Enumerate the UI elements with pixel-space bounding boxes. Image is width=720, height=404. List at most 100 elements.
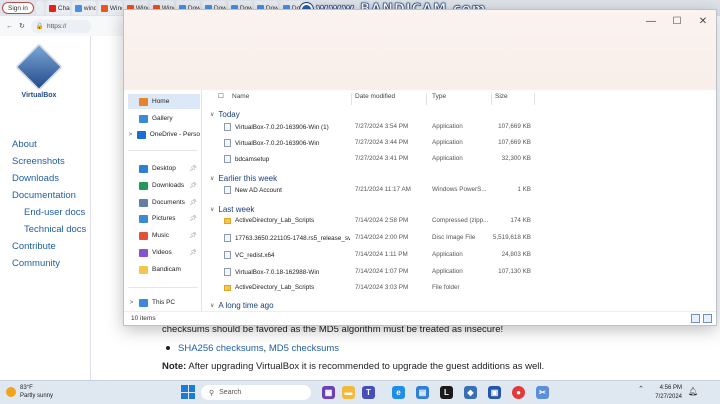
tiles-view-icon[interactable] [703,314,712,323]
nav-item-label: Gallery [152,115,173,122]
file-date: 7/27/2024 3:41 PM [355,155,409,162]
l-app-icon[interactable]: L [440,386,453,399]
nav-item[interactable]: Music 📌︎ [128,228,200,243]
notification-bell-icon[interactable]: 🔔︎ [688,387,698,396]
browser-tab[interactable]: windo [71,1,96,15]
site-nav-link[interactable]: Screenshots [12,155,86,169]
site-nav-link[interactable]: Technical docs [12,223,86,237]
search-placeholder: Search [219,389,242,396]
nav-item[interactable]: Videos 📌︎ [128,245,200,260]
weather-widget[interactable]: 83°F Partly sunny [6,384,53,400]
note-text: After upgrading VirtualBox it is recomme… [186,361,545,372]
chevron-up-icon[interactable]: ⌃ [638,385,644,393]
maximize-icon[interactable]: ☐ [664,10,690,32]
cube-app-icon[interactable]: ▣ [488,386,501,399]
chevron-right-icon[interactable]: > [128,300,135,306]
signin-button[interactable]: Sign in [2,2,34,14]
file-icon [224,268,231,276]
nav-item-label: Documents [152,199,185,206]
pin-icon: 📌︎ [189,200,197,206]
nav-item[interactable]: Desktop 📌︎ [128,161,200,176]
nav-item[interactable]: Home [128,94,200,109]
file-explorer-app-icon[interactable]: ▬ [342,386,355,399]
tab-label: Windo [109,4,122,12]
pin-icon: 📌︎ [189,183,197,189]
nav-item[interactable]: > This PC [128,295,200,310]
file-name-cell: ActiveDirectory_Lab_Scripts [224,217,350,224]
snip-app-icon[interactable]: ✂ [536,386,549,399]
file-row[interactable]: ActiveDirectory_Lab_Scripts 7/14/2024 3:0… [204,280,716,296]
taskview-app-icon[interactable]: ▦ [322,386,335,399]
virtualbox-app-icon[interactable]: ◆ [464,386,477,399]
site-nav-link[interactable]: Contribute [12,240,86,254]
close-icon[interactable]: ✕ [690,10,716,32]
group-label: Today [218,110,240,119]
file-size: 107,669 KB [498,123,531,130]
nav-item[interactable]: Gallery [128,111,200,126]
site-nav-link[interactable]: Community [12,257,86,271]
details-view-icon[interactable] [691,314,700,323]
folder-icon [224,284,231,291]
nav-item[interactable]: Downloads 📌︎ [128,178,200,193]
virtualbox-logo[interactable]: VirtualBox [12,42,66,112]
site-nav-link[interactable]: About [12,138,86,152]
file-explorer-window: — ☐ ✕ Home Gallery > OneDrive - Perso Deskto… [123,9,717,326]
column-header-name[interactable]: Name [232,93,249,105]
minimize-icon[interactable]: — [638,10,664,32]
edge-app-icon[interactable]: e [392,386,405,399]
music-icon [139,231,148,240]
site-nav-link[interactable]: Documentation [12,189,86,203]
url-input[interactable]: 🔒 https:// [30,19,91,33]
file-name: New AD Account [235,186,282,194]
file-row[interactable]: VirtualBox-7.0.20-163906-Win (1) 7/27/202… [204,119,716,135]
file-name-cell: ActiveDirectory_Lab_Scripts [224,284,350,291]
file-row[interactable]: bdcamsetup 7/27/2024 3:41 PM Application 32… [204,151,716,167]
column-header-type[interactable]: Type [432,93,446,105]
store-app-icon[interactable]: ▤ [416,386,429,399]
file-name: ActiveDirectory_Lab_Scripts [235,217,315,224]
file-row[interactable]: VirtualBox-7.0.18-162988-Win 7/14/2024 1:… [204,264,716,280]
home-icon [139,97,148,106]
file-icon [224,251,231,259]
pin-icon: 📌︎ [189,233,197,239]
group-header[interactable]: ∨ A long time ago [210,301,274,310]
refresh-icon[interactable]: ↻ [19,22,25,30]
back-icon[interactable]: ← [6,23,13,30]
nav-item[interactable]: Pictures 📌︎ [128,211,200,226]
sha256-link[interactable]: SHA256 checksums [178,343,264,354]
teams-app-icon[interactable]: T [362,386,375,399]
file-type: Compressed (zipp... [432,217,489,224]
file-icon [224,139,231,147]
site-nav-link[interactable]: Downloads [12,172,86,186]
nav-item[interactable]: Documents 📌︎ [128,195,200,210]
bandicam-app-icon[interactable]: ● [512,386,525,399]
nav-item[interactable]: Bandicam [128,262,200,277]
column-header-date[interactable]: Date modified [355,93,395,105]
file-date: 7/14/2024 2:58 PM [355,217,409,224]
group-header[interactable]: ∨ Today [210,110,240,119]
browser-tab[interactable]: Chann [45,1,70,15]
file-row[interactable]: New AD Account 7/21/2024 11:17 AM Windows … [204,182,716,198]
search-icon: ⚲ [209,389,215,397]
nav-item[interactable]: > OneDrive - Perso [128,127,200,142]
tab-overflow-icon[interactable] [35,1,44,15]
file-name-cell: VirtualBox-7.0.20-163906-Win (1) [224,123,350,131]
file-row[interactable]: 17763.3650.221105-1748.rs5_release_sv...… [204,230,716,246]
file-row[interactable]: ActiveDirectory_Lab_Scripts 7/14/2024 2:5… [204,213,716,229]
file-row[interactable]: VirtualBox-7.0.20-163906-Win 7/27/2024 3:… [204,135,716,151]
browser-tab[interactable]: Windo [97,1,122,15]
taskbar-search[interactable]: ⚲ Search [201,385,311,400]
chevron-right-icon[interactable]: > [128,132,133,138]
pc-icon [139,298,148,307]
select-all-checkbox[interactable]: ☐ [218,92,224,104]
start-button[interactable] [181,385,195,399]
chevron-down-icon: ∨ [210,303,215,309]
desktop-icon [139,164,148,173]
clock[interactable]: 4:56 PM 7/27/2024 [652,384,682,402]
site-nav-link[interactable]: End-user docs [12,206,86,220]
file-row[interactable]: VC_redist.x64 7/14/2024 1:11 PM Applicatio… [204,247,716,263]
md5-link[interactable]: MD5 checksums [269,343,339,354]
column-header-size[interactable]: Size [495,93,508,105]
file-size: 24,803 KB [501,251,531,258]
column-separator [426,93,427,105]
